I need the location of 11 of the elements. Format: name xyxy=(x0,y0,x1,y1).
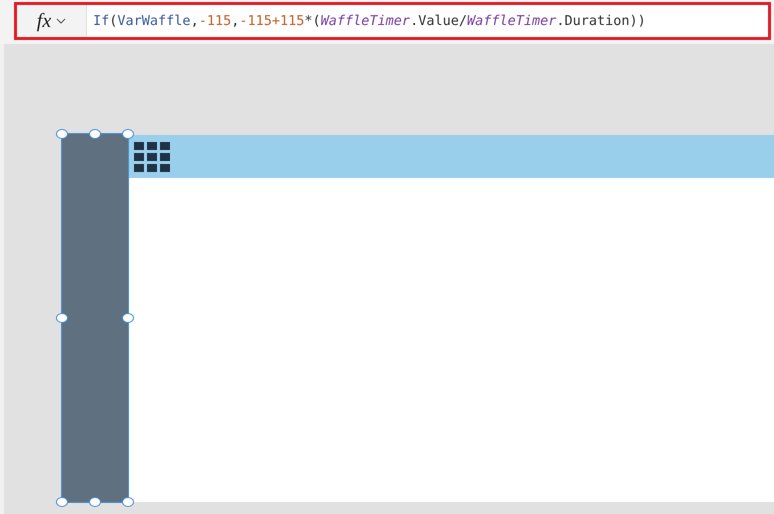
resize-handle[interactable] xyxy=(56,129,68,139)
chevron-down-icon xyxy=(56,18,66,24)
grid-icon[interactable] xyxy=(134,142,171,172)
resize-handle[interactable] xyxy=(56,313,68,323)
resize-handle[interactable] xyxy=(56,497,68,507)
fx-button[interactable]: fx xyxy=(17,5,87,37)
resize-handle[interactable] xyxy=(89,129,101,139)
resize-handle[interactable] xyxy=(122,497,134,507)
formula-input[interactable]: If(VarWaffle,-115,-115+115*(WaffleTimer.Value/WaffleTimer.Duration)) xyxy=(87,5,646,37)
resize-handle[interactable] xyxy=(122,129,134,139)
resize-handle[interactable] xyxy=(89,497,101,507)
